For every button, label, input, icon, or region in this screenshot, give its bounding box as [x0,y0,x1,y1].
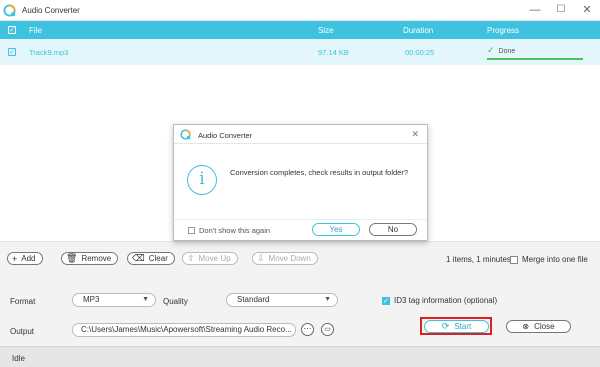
output-settings: Format MP3 ▼ Quality Standard ▼ ✓ ID3 tag… [0,278,600,346]
chevron-down-icon: ▼ [142,296,149,303]
list-toolbar: + Add 🗑 Remove ⌫ Clear ⇧ Move Up ⇩ Move Down … [0,241,600,278]
remove-label: Remove [81,254,112,263]
file-table-header: ✓ File Size Duration Progress [0,21,600,39]
status-bar: Idle [0,346,600,367]
add-button[interactable]: + Add [7,252,43,265]
header-size[interactable]: Size [318,26,334,35]
window-title: Audio Converter [22,6,80,15]
format-select[interactable]: MP3 ▼ [72,293,156,307]
merge-label: Merge into one file [522,255,588,264]
id3-checkbox-box[interactable]: ✓ [382,296,390,305]
move-down-label: Move Down [268,254,311,263]
more-options-icon[interactable]: ⋯ [301,323,314,336]
trash-icon: 🗑 [66,253,78,263]
start-label: Start [454,322,472,331]
refresh-icon: ⟳ [441,321,450,331]
move-up-label: Move Up [198,254,231,263]
title-bar: Audio Converter — ☐ ✕ [0,0,600,21]
maximize-icon[interactable]: ☐ [553,2,569,18]
no-button[interactable]: No [369,223,417,236]
progress-label: Done [498,48,516,55]
remove-button[interactable]: 🗑 Remove [61,252,119,265]
dialog-title: Audio Converter [198,131,253,140]
app-logo-icon [180,129,191,140]
header-file[interactable]: File [29,26,42,35]
close-circle-icon: ⊗ [522,322,530,331]
quality-select[interactable]: Standard ▼ [226,293,338,307]
start-button[interactable]: ⟳ Start [424,320,489,333]
close-button[interactable]: ⊗ Close [506,320,571,333]
dont-show-checkbox[interactable]: Don't show this again [188,226,270,235]
select-all-checkbox[interactable]: ✓ [8,26,16,34]
move-down-icon: ⇩ [257,253,265,263]
row-file-name: Track9.mp3 [29,48,69,57]
chevron-down-icon: ▼ [324,296,331,303]
minimize-icon[interactable]: — [527,2,543,18]
dialog-close-icon[interactable]: ✕ [411,129,419,140]
row-checkbox[interactable]: ✓ [8,48,16,56]
merge-checkbox-box[interactable] [510,255,518,264]
quality-label: Quality [163,297,188,306]
progress-bar [487,58,583,60]
eraser-icon: ⌫ [132,253,145,263]
header-duration[interactable]: Duration [403,26,433,35]
app-logo-icon [3,4,16,17]
dialog-message: Conversion completes, check results in o… [230,168,409,177]
format-value: MP3 [83,295,100,304]
id3-label: ID3 tag information (optional) [394,296,498,305]
move-up-button[interactable]: ⇧ Move Up [182,252,238,265]
quality-value: Standard [237,295,270,304]
format-label: Format [10,297,36,306]
plus-icon: + [12,253,18,264]
folder-icon[interactable]: ▭ [321,323,334,336]
output-label: Output [10,327,35,336]
status-text: Idle [12,354,25,363]
dont-show-checkbox-box[interactable] [188,227,195,234]
merge-checkbox[interactable]: Merge into one file [510,255,588,264]
dialog-title-bar: Audio Converter ✕ [174,125,427,144]
row-progress-status: ✓ Done [487,45,515,56]
row-file-size: 97.14 KB [318,48,349,57]
info-icon: i [187,165,217,195]
id3-checkbox[interactable]: ✓ ID3 tag information (optional) [382,296,497,305]
output-path-field[interactable]: C:\Users\James\Music\Apowersoft\Streamin… [72,323,296,337]
dont-show-label: Don't show this again [199,226,271,235]
dialog-divider [174,219,427,220]
clear-button[interactable]: ⌫ Clear [127,252,175,265]
table-row[interactable]: ✓ Track9.mp3 97.14 KB 00:00:25 ✓ Done [0,39,600,65]
add-label: Add [21,254,36,263]
conversion-complete-dialog: Audio Converter ✕ i Conversion completes… [173,124,428,241]
close-icon[interactable]: ✕ [579,2,595,18]
row-duration: 00:00:25 [405,48,435,57]
header-progress[interactable]: Progress [487,26,519,35]
close-label: Close [534,322,555,331]
items-info: 1 items, 1 minutes [446,255,511,264]
check-icon: ✓ [487,45,495,55]
clear-label: Clear [148,254,168,263]
move-down-button[interactable]: ⇩ Move Down [252,252,318,265]
move-up-icon: ⇧ [187,253,195,263]
yes-button[interactable]: Yes [312,223,360,236]
